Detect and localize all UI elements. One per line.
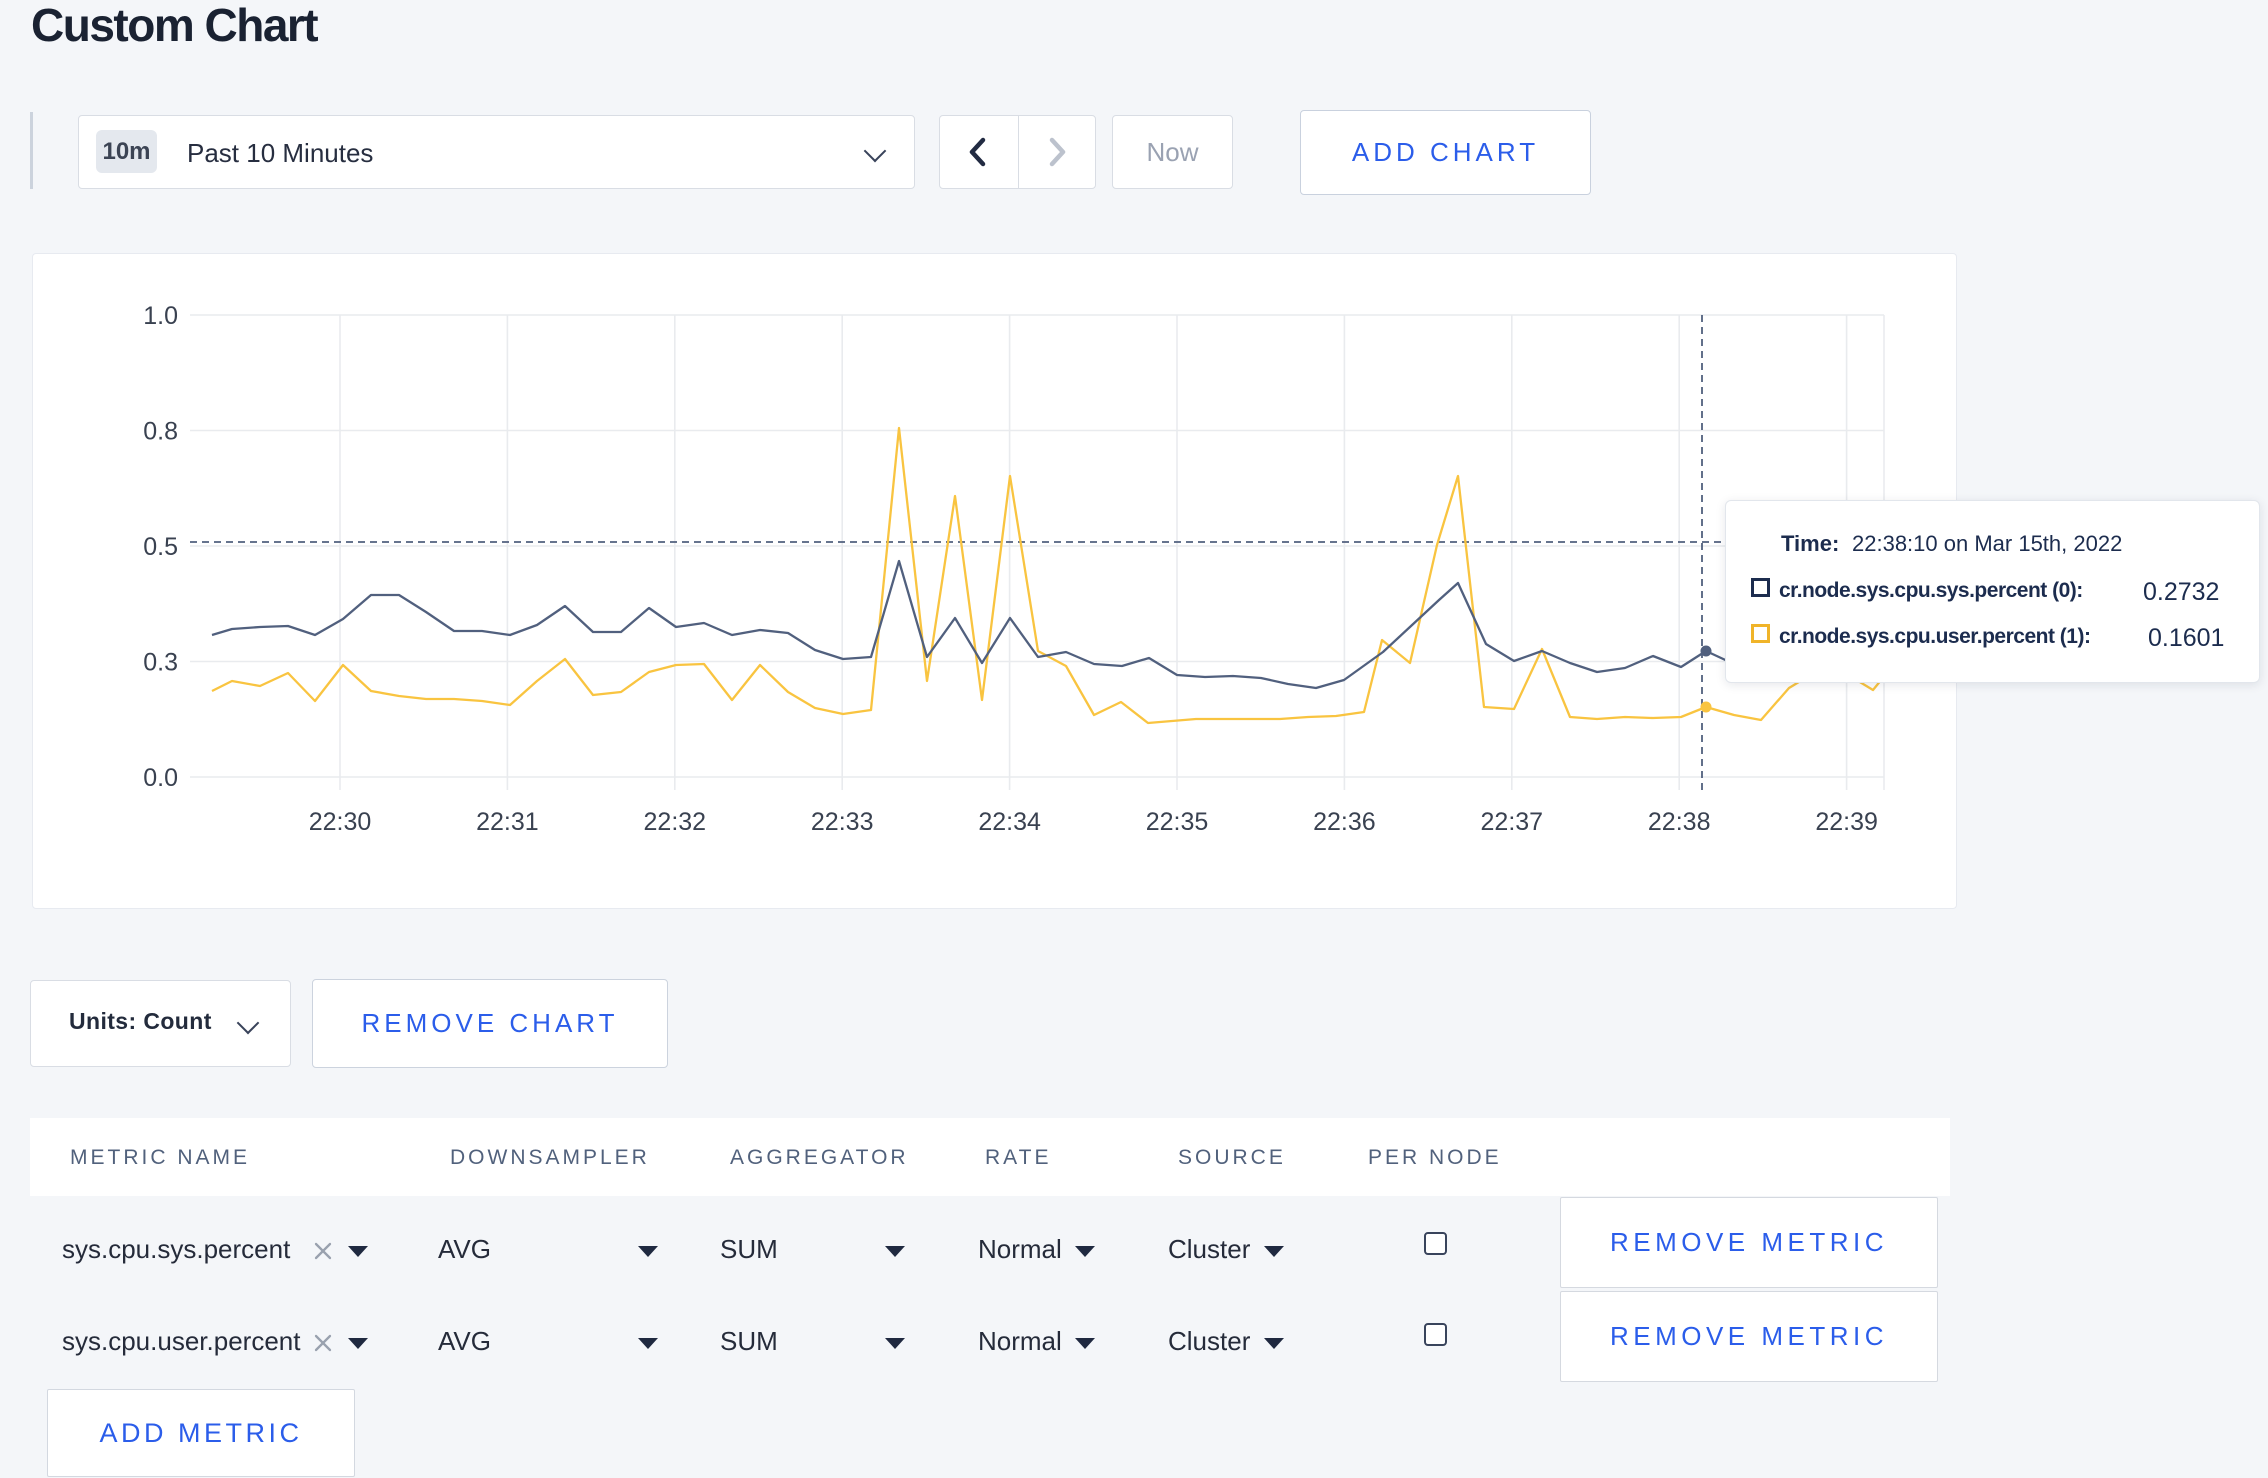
svg-text:22:30: 22:30: [309, 808, 372, 836]
svg-text:0.3: 0.3: [143, 649, 178, 677]
svg-text:22:37: 22:37: [1481, 808, 1544, 836]
svg-text:22:32: 22:32: [644, 808, 707, 836]
svg-text:22:34: 22:34: [978, 808, 1041, 836]
svg-text:22:38: 22:38: [1648, 808, 1711, 836]
svg-text:22:35: 22:35: [1146, 808, 1209, 836]
svg-text:22:36: 22:36: [1313, 808, 1376, 836]
svg-text:0.5: 0.5: [143, 533, 178, 561]
svg-text:22:39: 22:39: [1815, 808, 1878, 836]
svg-text:22:33: 22:33: [811, 808, 874, 836]
svg-text:0.8: 0.8: [143, 418, 178, 446]
svg-text:22:31: 22:31: [476, 808, 539, 836]
svg-text:0.0: 0.0: [143, 764, 178, 792]
svg-text:1.0: 1.0: [143, 302, 178, 330]
